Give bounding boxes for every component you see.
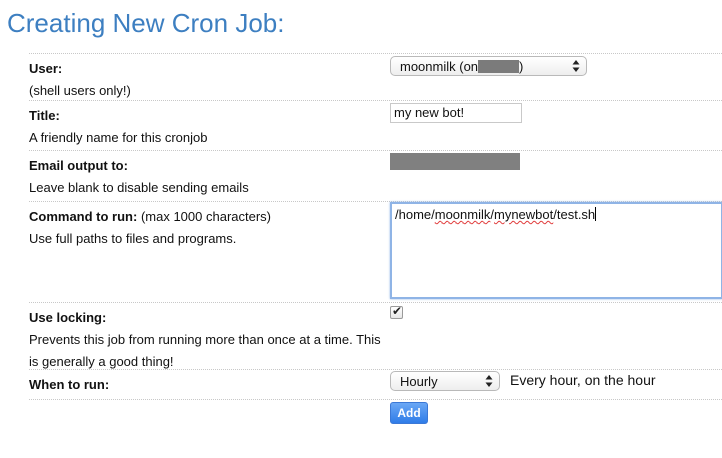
command-row: Command to run: (max 1000 characters) Us… <box>29 201 722 303</box>
email-input[interactable] <box>390 153 520 170</box>
when-label: When to run: <box>29 377 110 392</box>
command-text-part: /home/ <box>395 207 435 222</box>
schedule-description: Every hour, on the hour <box>510 372 656 388</box>
title-field: my new bot! <box>390 103 522 123</box>
locking-label-block: Use locking: Prevents this job from runn… <box>29 307 384 373</box>
email-label-block: Email output to: Leave blank to disable … <box>29 155 384 199</box>
command-label: Command to run: <box>29 209 138 224</box>
redacted-hostname <box>478 60 520 73</box>
title-row: Title: A friendly name for this cronjob … <box>29 100 722 150</box>
user-select-prefix: moonmilk (on <box>400 59 479 74</box>
locking-field: ✔ <box>390 304 403 319</box>
email-field <box>390 153 520 170</box>
locking-help: Prevents this job from running more than… <box>29 332 381 369</box>
command-field: /home/moonmilk/mynewbot/test.sh <box>390 202 722 299</box>
command-text-part: mynewbot <box>494 207 554 222</box>
email-row: Email output to: Leave blank to disable … <box>29 150 722 202</box>
schedule-select[interactable]: Hourly <box>390 371 500 391</box>
user-label-block: User: (shell users only!) <box>29 58 384 102</box>
locking-checkbox[interactable]: ✔ <box>390 304 403 319</box>
select-arrows-icon <box>485 375 493 387</box>
submit-row: Add <box>29 399 722 440</box>
locking-label: Use locking: <box>29 310 107 325</box>
page-title: Creating New Cron Job: <box>7 8 285 38</box>
user-field: moonmilk (on) <box>390 56 587 76</box>
user-label: User: <box>29 61 63 76</box>
command-label-line: Command to run: (max 1000 characters) <box>29 206 384 228</box>
when-label-block: When to run: <box>29 374 384 396</box>
command-text-part: /test.sh <box>553 207 596 222</box>
title-input[interactable]: my new bot! <box>390 103 522 123</box>
title-help: A friendly name for this cronjob <box>29 130 208 145</box>
title-label-block: Title: A friendly name for this cronjob <box>29 105 384 149</box>
submit-field: Add <box>390 402 428 424</box>
when-row: When to run: Hourly Every hour, on the h… <box>29 369 722 400</box>
command-label-note: (max 1000 characters) <box>140 209 272 224</box>
checkmark-icon: ✔ <box>392 304 403 318</box>
add-button[interactable]: Add <box>390 402 428 424</box>
command-text-part: moonmilk <box>434 207 491 222</box>
email-help: Leave blank to disable sending emails <box>29 180 249 195</box>
command-help: Use full paths to files and programs. <box>29 231 237 246</box>
email-label: Email output to: <box>29 158 128 173</box>
command-label-block: Command to run: (max 1000 characters) Us… <box>29 206 384 250</box>
text-caret <box>595 207 597 221</box>
select-arrows-icon <box>572 60 580 72</box>
when-field: Hourly Every hour, on the hour <box>390 371 656 391</box>
locking-row: Use locking: Prevents this job from runn… <box>29 302 722 370</box>
schedule-select-value: Hourly <box>400 374 438 389</box>
user-select[interactable]: moonmilk (on) <box>390 56 587 76</box>
user-select-suffix: ) <box>519 59 524 74</box>
user-help: (shell users only!) <box>29 83 131 98</box>
cron-job-page: Creating New Cron Job: User: (shell user… <box>0 0 722 458</box>
command-textarea[interactable]: /home/moonmilk/mynewbot/test.sh <box>390 202 722 299</box>
user-row: User: (shell users only!) moonmilk (on) <box>29 53 722 100</box>
title-label: Title: <box>29 108 60 123</box>
